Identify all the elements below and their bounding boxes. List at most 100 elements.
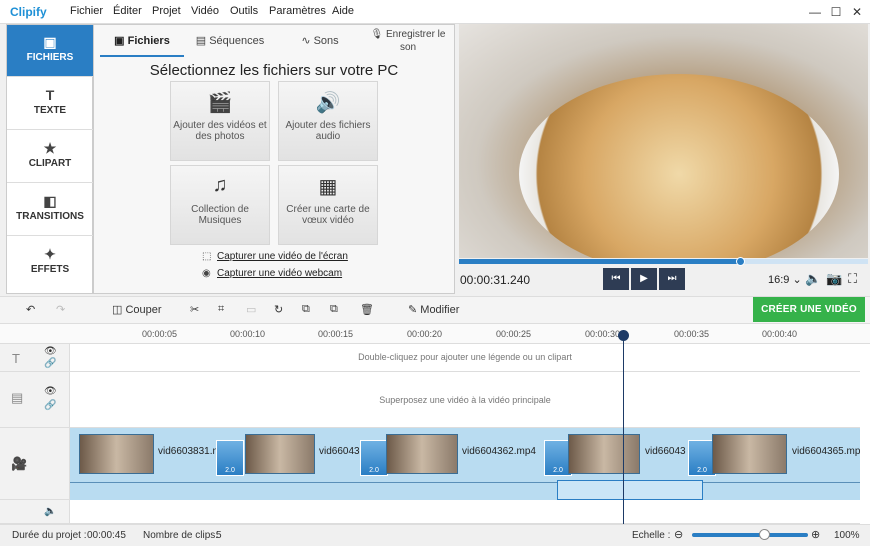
overlay-track-hint: Superposez une vidéo à la vidéo principa…	[379, 395, 551, 405]
capture-screen-link[interactable]: ⬚ Capturer une vidéo de l'écran	[202, 251, 348, 262]
link-label: Capturer une vidéo de l'écran	[217, 251, 348, 262]
pencil-icon: ✎	[408, 304, 418, 316]
clip-label: vid66043	[645, 446, 686, 457]
effects-icon: ✦	[44, 246, 56, 262]
text-icon: T	[45, 87, 55, 103]
sidebar-item-effets[interactable]: ✦ EFFETS	[7, 237, 93, 289]
capture-webcam-link[interactable]: ◉ Capturer une vidéo webcam	[202, 268, 342, 279]
selected-clip-region[interactable]	[557, 480, 703, 500]
zoom-out-icon[interactable]: ⊖	[674, 528, 683, 541]
clip-thumbnail[interactable]	[568, 434, 640, 474]
preview-frame-image	[519, 74, 839, 258]
play-button[interactable]: ▶	[631, 268, 657, 290]
timeline-ruler[interactable]: 00:00:05 00:00:10 00:00:15 00:00:20 00:0…	[0, 324, 870, 344]
aspect-ratio-select[interactable]: 16:9 ⌄	[768, 273, 802, 286]
transitions-icon: ◧	[43, 193, 57, 209]
audio-track[interactable]	[70, 500, 860, 524]
playhead-line	[623, 330, 624, 524]
sidebar-item-texte[interactable]: T TEXTE	[7, 78, 93, 130]
video-preview[interactable]	[459, 24, 868, 258]
zoom-value: 100%	[834, 530, 860, 541]
link-icon[interactable]: 🔗	[44, 400, 56, 411]
clips-count-value: 5	[216, 530, 222, 541]
stabilize-icon[interactable]: ▭	[246, 303, 256, 316]
film-clapper-icon: 🎬	[207, 92, 233, 114]
transition-marker[interactable]: 2.0	[360, 440, 388, 476]
speed-icon[interactable]: ⧉	[302, 303, 310, 316]
zoom-slider-handle[interactable]	[759, 529, 770, 540]
maximize-icon[interactable]: ☐	[827, 3, 845, 21]
cut-button[interactable]: ◫ Couper	[112, 303, 162, 316]
sidebar-item-transitions[interactable]: ◧ TRANSITIONS	[7, 184, 93, 236]
scale-label: Echelle :	[632, 530, 671, 541]
snapshot-icon[interactable]: 📷	[826, 271, 842, 287]
fullscreen-icon[interactable]: ⛶	[848, 271, 857, 287]
transition-marker[interactable]: 2.0	[216, 440, 244, 476]
menu-aide[interactable]: Aide	[332, 5, 354, 17]
audio-file-icon: 🔊	[315, 92, 341, 114]
music-note-icon: ♫	[212, 174, 228, 196]
menu-video[interactable]: Vidéo	[191, 5, 219, 17]
text-track[interactable]: Double-cliquez pour ajouter une légende …	[70, 344, 860, 372]
ruler-tick: 00:00:25	[496, 329, 532, 339]
zoom-slider[interactable]	[692, 533, 808, 537]
tab-label: Sons	[313, 35, 339, 47]
ruler-tick: 00:00:10	[230, 329, 266, 339]
eye-icon[interactable]: 👁	[44, 386, 57, 397]
undo-icon[interactable]: ↶	[26, 303, 35, 316]
audio-wave-icon: ∿	[301, 35, 311, 47]
overlay-track[interactable]: Superposez une vidéo à la vidéo principa…	[70, 372, 860, 428]
link-icon[interactable]: 🔗	[44, 358, 56, 369]
minimize-icon[interactable]: —	[806, 3, 824, 21]
menu-parametres[interactable]: Paramètres	[269, 5, 326, 17]
tab-sons[interactable]: ∿ Sons	[290, 25, 350, 57]
menu-fichier[interactable]: Fichier	[70, 5, 103, 17]
sidebar-item-fichiers[interactable]: ▣ FICHIERS	[7, 25, 93, 77]
screen-capture-icon: ⬚	[202, 251, 212, 262]
clips-count-label: Nombre de clips:	[143, 530, 219, 541]
sidebar-item-clipart[interactable]: ★ CLIPART	[7, 131, 93, 183]
add-videos-photos-button[interactable]: 🎬 Ajouter des vidéos et des photos	[170, 81, 270, 161]
menu-outils[interactable]: Outils	[230, 5, 258, 17]
crop-icon[interactable]: ⌗	[218, 303, 224, 316]
close-icon[interactable]: ✕	[848, 3, 866, 21]
volume-icon[interactable]: 🔈	[44, 506, 56, 517]
redo-icon[interactable]: ↷	[56, 303, 65, 316]
clip-thumbnail[interactable]	[386, 434, 458, 474]
clip-thumbnail[interactable]	[79, 434, 154, 474]
tab-sequences[interactable]: ▤ Séquences	[190, 25, 270, 57]
ruler-tick: 00:00:15	[318, 329, 354, 339]
video-track[interactable]: vid6603831.n 2.0 vid66043 2.0 vid6604362…	[70, 428, 860, 500]
menu-editer[interactable]: Éditer	[113, 5, 142, 17]
delete-icon[interactable]: 🗑	[360, 303, 374, 316]
menu-projet[interactable]: Projet	[152, 5, 181, 17]
tab-fichiers[interactable]: ▣ Fichiers	[100, 25, 184, 57]
sidebar-item-label: EFFETS	[30, 264, 70, 275]
clip-thumbnail[interactable]	[245, 434, 315, 474]
create-video-button[interactable]: CRÉER UNE VIDÉO	[753, 297, 865, 322]
tab-label: Séquences	[209, 35, 265, 47]
eye-icon[interactable]: 👁	[44, 346, 57, 357]
film-strip-icon: ▤	[11, 390, 24, 405]
edit-button[interactable]: ✎ Modifier	[408, 303, 459, 316]
clip-thumbnail[interactable]	[712, 434, 787, 474]
text-track-hint: Double-cliquez pour ajouter une légende …	[358, 352, 572, 362]
rotate-icon[interactable]: ↻	[274, 303, 283, 316]
scissors-icon[interactable]: ✂	[190, 303, 199, 316]
zoom-in-icon[interactable]: ⊕	[811, 528, 820, 541]
tab-enregistrer-son[interactable]: 🎙 Enregistrer le son	[362, 25, 454, 57]
previous-button[interactable]: ⏮	[603, 268, 629, 290]
tile-label: Ajouter des fichiers audio	[285, 120, 371, 142]
playhead-handle[interactable]	[618, 330, 629, 341]
webcam-icon: ◉	[202, 268, 211, 279]
create-greeting-card-button[interactable]: ▦ Créer une carte de vœux vidéo	[278, 165, 378, 245]
volume-icon[interactable]: 🔈	[805, 271, 821, 287]
image-icon: ▣	[114, 35, 125, 47]
edit-label: Modifier	[420, 304, 460, 316]
seek-handle[interactable]	[736, 257, 745, 266]
duplicate-icon[interactable]: ⧉	[330, 303, 338, 316]
music-collection-button[interactable]: ♫ Collection de Musiques	[170, 165, 270, 245]
next-button[interactable]: ⏭	[659, 268, 685, 290]
add-audio-files-button[interactable]: 🔊 Ajouter des fichiers audio	[278, 81, 378, 161]
files-panel: ▣ Fichiers ▤ Séquences ∿ Sons 🎙 Enregist…	[93, 24, 455, 294]
